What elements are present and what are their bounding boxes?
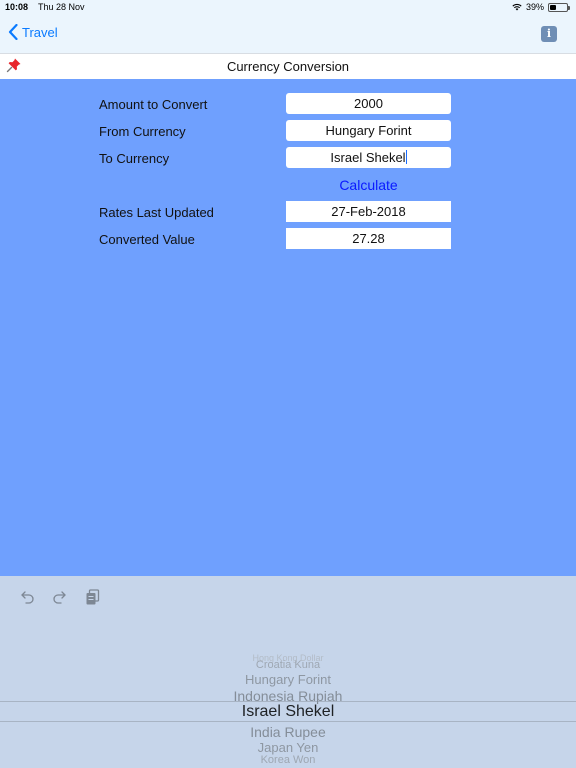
converted-value-field: 27.28 — [286, 228, 451, 249]
undo-icon[interactable] — [18, 588, 36, 606]
picker-item-selected[interactable]: Israel Shekel — [0, 703, 576, 721]
page-title: Currency Conversion — [226, 59, 350, 74]
amount-field[interactable]: 2000 — [286, 93, 451, 114]
status-bar: 10:08 Thu 28 Nov 39% — [0, 0, 576, 16]
picker-item[interactable]: India Rupee — [0, 724, 576, 740]
status-time: 10:08 — [5, 2, 29, 12]
to-currency-field[interactable]: Israel Shekel — [286, 147, 451, 168]
picker-item[interactable]: Indonesia Rupiah — [0, 688, 576, 704]
from-currency-field[interactable]: Hungary Forint — [286, 120, 451, 141]
wifi-icon — [512, 4, 522, 11]
info-icon[interactable]: i — [541, 26, 557, 42]
to-currency-label: To Currency — [99, 151, 170, 166]
back-button-label: Travel — [22, 24, 58, 40]
back-button[interactable]: Travel — [8, 24, 58, 40]
amount-label: Amount to Convert — [99, 97, 208, 112]
chevron-left-icon — [8, 24, 18, 40]
rates-updated-field: 27-Feb-2018 — [286, 201, 451, 222]
picker-item[interactable]: Korea Won — [0, 754, 576, 766]
rates-updated-label: Rates Last Updated — [99, 205, 214, 220]
to-currency-value: Israel Shekel — [330, 150, 406, 165]
picker-item[interactable]: Hungary Forint — [0, 672, 576, 687]
paste-icon[interactable] — [84, 588, 102, 606]
picker-item[interactable]: Japan Yen — [0, 740, 576, 755]
conversion-form: Amount to Convert 2000 From Currency Hun… — [0, 79, 576, 576]
calculate-button[interactable]: Calculate — [286, 177, 451, 193]
redo-icon[interactable] — [51, 588, 69, 606]
battery-percent: 39% — [525, 2, 544, 12]
currency-picker[interactable]: Hong Kong Dollar Croatia Kuna Hungary Fori… — [0, 650, 576, 768]
status-indicators: 39% — [512, 2, 570, 12]
battery-fill — [550, 4, 557, 10]
battery-icon — [548, 2, 570, 12]
status-date: Thu 28 Nov — [38, 2, 85, 12]
title-bar: Currency Conversion — [0, 53, 576, 79]
converted-value-label: Converted Value — [99, 232, 195, 247]
input-accessory-area: Hong Kong Dollar Croatia Kuna Hungary Fori… — [0, 576, 576, 768]
navigation-bar: Travel i — [0, 16, 576, 53]
picker-item[interactable]: Croatia Kuna — [0, 659, 576, 671]
from-currency-label: From Currency — [99, 124, 186, 139]
text-caret — [405, 150, 407, 164]
